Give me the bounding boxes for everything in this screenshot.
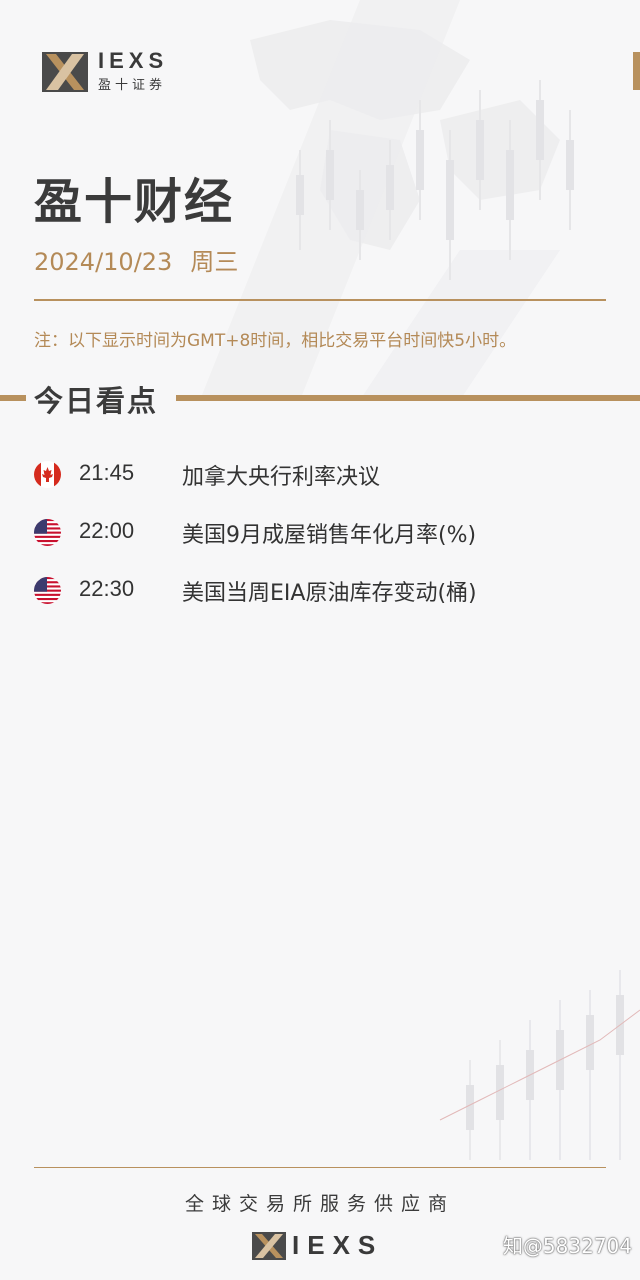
event-time: 22:30 [79,576,135,601]
section-bar-left [0,395,26,401]
brand-name-cn: 盈十证券 [98,78,167,93]
page-title: 盈十财经 [34,174,235,230]
right-accent-bar [633,52,640,90]
event-item: 22:30 美国当周EIA原油库存变动(桶) [0,571,640,629]
watermark-text: 知@5832704 [502,1234,632,1258]
footer-logo: IEXS [252,1230,383,1261]
brand-name-en: IEXS [98,48,169,73]
event-time: 22:00 [79,518,135,543]
section-bar-right [176,395,640,401]
event-item: 22:00 美国9月成屋销售年化月率(%) [0,513,640,571]
us-flag-icon [34,519,61,546]
event-title: 加拿大央行利率决议 [182,465,381,490]
section-title: 今日看点 [34,384,159,418]
footer-divider [34,1167,606,1168]
event-title: 美国当周EIA原油库存变动(桶) [182,581,477,606]
footer-tagline: 全球交易所服务供应商 [184,1193,455,1215]
divider [34,299,606,301]
event-time: 21:45 [79,460,135,485]
canada-flag-icon [34,461,61,488]
weekday-text: 周三 [190,248,239,276]
event-title: 美国9月成屋销售年化月率(%) [182,523,477,548]
date-text: 2024/10/23 [34,248,173,276]
brand-logo: IEXS 盈十证券 [42,50,168,93]
date-line: 2024/10/23 周三 [34,242,238,277]
timezone-note: 注：以下显示时间为GMT+8时间，相比交易平台时间快5小时。 [34,331,517,351]
iexs-logo-icon [42,51,88,92]
event-list: 21:45 加拿大央行利率决议 22:00 美国9月成屋销售年化月率(%) 22… [0,455,640,629]
iexs-footer-logo-icon [252,1231,286,1260]
us-flag-icon [34,577,61,604]
footer-brand-name: IEXS [292,1230,384,1260]
event-item: 21:45 加拿大央行利率决议 [0,455,640,513]
